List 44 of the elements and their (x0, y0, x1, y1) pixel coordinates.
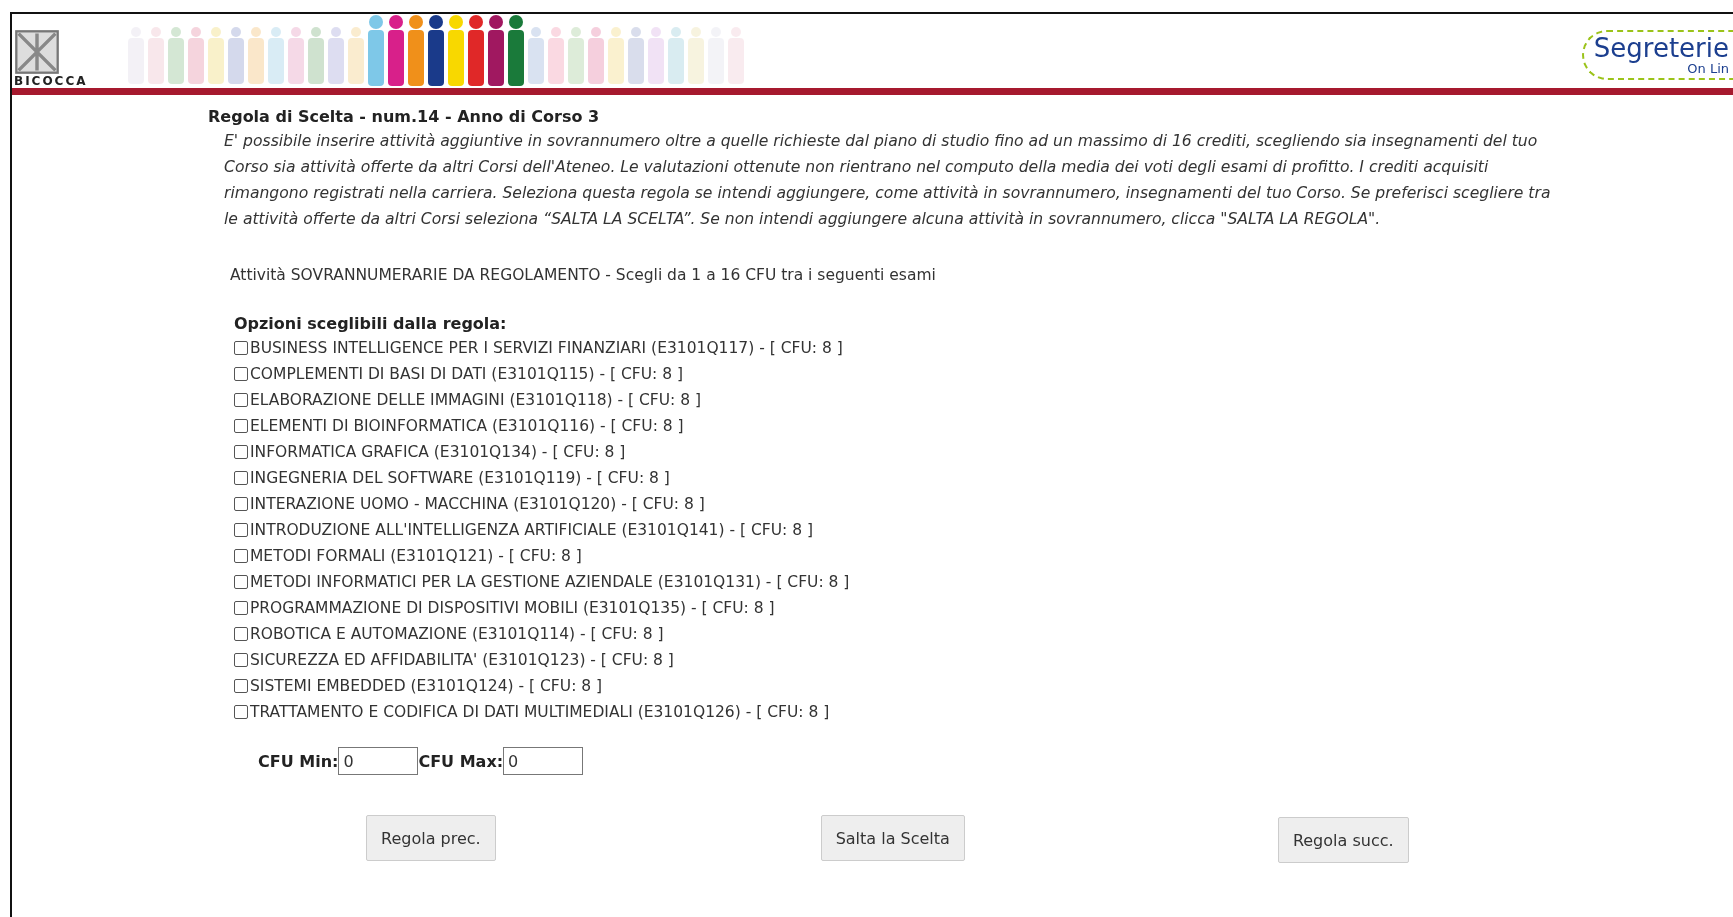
checkbox[interactable] (234, 497, 248, 511)
option-label[interactable]: INGEGNERIA DEL SOFTWARE (E3101Q119) - [ CFU: 8 ] (250, 469, 670, 487)
option-label[interactable]: INTERAZIONE UOMO - MACCHINA (E3101Q120) - [ CFU: 8 ] (250, 495, 705, 513)
checkbox[interactable] (234, 627, 248, 641)
rule-title: Regola di Scelta - num.14 - Anno di Corso 3 (208, 107, 601, 126)
checkbox[interactable] (234, 679, 248, 693)
option-label[interactable]: ELABORAZIONE DELLE IMMAGINI (E3101Q118) - [ CFU: 8 ] (250, 391, 702, 409)
cfu-input[interactable]: 0 (338, 747, 419, 775)
nav-button[interactable]: Regola succ. (1277, 817, 1409, 863)
checkbox[interactable] (234, 705, 248, 719)
nav-button[interactable]: Regola prec. (366, 815, 496, 861)
checkbox[interactable] (234, 471, 248, 485)
cfu-label: CFU Max: (418, 751, 504, 771)
option-label[interactable]: SICUREZZA ED AFFIDABILITA' (E3101Q123) - [ CFU: 8 ] (250, 651, 674, 669)
nav-button[interactable]: Salta la Scelta (820, 815, 965, 861)
option-label[interactable]: PROGRAMMAZIONE DI DISPOSITIVI MOBILI (E3101Q135) - [ CFU: 8 ] (250, 599, 775, 617)
checkbox[interactable] (234, 601, 248, 615)
option-label[interactable]: INFORMATICA GRAFICA (E3101Q134) - [ CFU: 8 ] (250, 443, 626, 461)
option-label[interactable]: ELEMENTI DI BIOINFORMATICA (E3101Q116) - [ CFU: 8 ] (250, 417, 684, 435)
option-label[interactable]: METODI INFORMATICI PER LA GESTIONE AZIENDALE (E3101Q131) - [ CFU: 8 ] (250, 573, 850, 591)
option-label[interactable]: TRATTAMENTO E CODIFICA DI DATI MULTIMEDIALI (E3101Q126) - [ CFU: 8 ] (250, 703, 830, 721)
option-label[interactable]: INTRODUZIONE ALL'INTELLIGENZA ARTIFICIALE (E3101Q141) - [ CFU: 8 ] (250, 521, 813, 539)
checkbox[interactable] (234, 367, 248, 381)
checkbox[interactable] (234, 653, 248, 667)
checkbox[interactable] (234, 549, 248, 563)
checkbox[interactable] (234, 419, 248, 433)
cfu-input[interactable]: 0 (503, 747, 584, 775)
checkbox[interactable] (234, 445, 248, 459)
service-logo: Segreterie On Lin (1581, 30, 1733, 80)
checkbox[interactable] (234, 523, 248, 537)
option-label[interactable]: SISTEMI EMBEDDED (E3101Q124) - [ CFU: 8 ] (250, 677, 603, 695)
cfu-label: CFU Min: (258, 751, 339, 771)
checkbox[interactable] (234, 575, 248, 589)
checkbox[interactable] (234, 393, 248, 407)
option-label[interactable]: COMPLEMENTI DI BASI DI DATI (E3101Q115) - [ CFU: 8 ] (250, 365, 683, 383)
option-label[interactable]: BUSINESS INTELLIGENCE PER I SERVIZI FINANZIARI (E3101Q117) - [ CFU: 8 ] (250, 339, 843, 357)
option-label[interactable]: METODI FORMALI (E3101Q121) - [ CFU: 8 ] (250, 547, 582, 565)
option-label[interactable]: ROBOTICA E AUTOMAZIONE (E3101Q114) - [ CFU: 8 ] (250, 625, 664, 643)
instruction-text: Attività SOVRANNUMERARIE DA REGOLAMENTO - Scegli da 1 a 16 CFU tra i seguenti esami (230, 266, 937, 284)
options-heading: Opzioni sceglibili dalla regola: (234, 314, 508, 333)
rule-description: E' possibile inserire attività aggiuntive in sovrannumero oltre a quelle richieste dal piano di studio fino ad un massimo di 16 crediti, scegliendo sia insegnamenti del tuo Corso sia attività offerte da altri Corsi dell'Ateneo. Le valutazioni ottenute non rientrano nel computo della media dei voti degli esami di profitto. I crediti acquisiti rimangono registrati nella carriera. Seleziona questa regola se intendi aggiungere, come attività in sovrannumero, insegnamenti del tuo Corso. Se preferisci scegliere tra le attività offerte da altri Corsi seleziona “SALTA LA SCELTA”. Se non intendi aggiungere alcuna attività in sovrannumero, clicca "SALTA LA REGOLA". (224, 131, 1552, 230)
checkbox[interactable] (234, 341, 248, 355)
university-logo: BICOCCA (14, 29, 88, 88)
crest-icon (14, 29, 60, 75)
